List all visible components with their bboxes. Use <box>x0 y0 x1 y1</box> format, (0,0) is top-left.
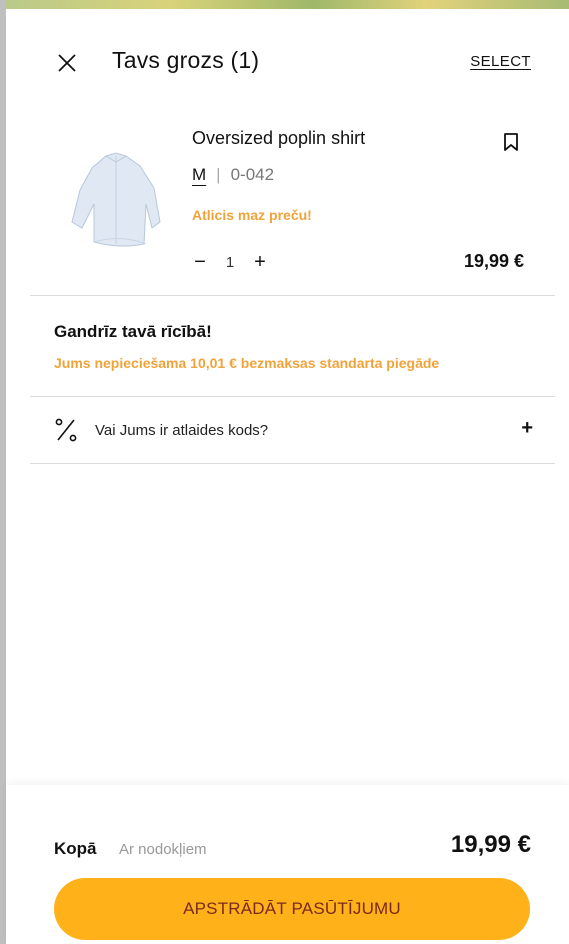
shipping-title: Gandrīz tavā rīcībā! <box>54 322 212 341</box>
bookmark-icon[interactable] <box>499 130 523 154</box>
item-price: 19,99 € <box>463 251 524 271</box>
cart-drawer: Tavs grozs (1) SELECT Oversized poplin s… <box>6 9 569 944</box>
divider <box>30 463 555 464</box>
checkout-button[interactable]: APSTRĀDĀT PASŪTĪJUMU <box>54 878 530 940</box>
cart-title: Tavs grozs (1) <box>112 47 260 73</box>
discount-code-toggle[interactable]: Vai Jums ir atlaides kods? + <box>30 397 555 463</box>
select-link[interactable]: SELECT <box>470 53 531 70</box>
increase-quantity-button[interactable]: + <box>252 250 268 274</box>
quantity-value: 1 <box>225 253 235 271</box>
quantity-stepper: − 1 + <box>192 250 268 274</box>
total-value: 19,99 € <box>450 831 531 858</box>
divider <box>30 295 555 296</box>
percent-icon <box>55 418 77 442</box>
shipping-note: Jums nepieciešama 10,01 € bezmaksas stan… <box>54 355 440 371</box>
total-label: Kopā <box>54 839 97 858</box>
product-name[interactable]: Oversized poplin shirt <box>192 128 365 149</box>
cart-footer: Kopā Ar nodokļiem 19,99 € APSTRĀDĀT PASŪ… <box>6 785 569 944</box>
expand-discount-icon[interactable]: + <box>521 417 533 440</box>
product-variant: M | 0-042 <box>192 165 274 185</box>
cart-item: Oversized poplin shirt M | 0-042 Atlicis m… <box>6 114 569 296</box>
size-selector[interactable]: M <box>192 165 206 184</box>
product-code: 0-042 <box>230 165 275 184</box>
free-shipping-notice: Gandrīz tavā rīcībā! Jums nepieciešama 1… <box>54 322 439 371</box>
low-stock-note: Atlicis maz preču! <box>192 207 312 223</box>
cart-header: Tavs grozs (1) SELECT <box>6 9 569 114</box>
variant-separator: | <box>216 165 221 184</box>
discount-label: Vai Jums ir atlaides kods? <box>95 422 269 439</box>
close-icon <box>58 54 76 72</box>
decrease-quantity-button[interactable]: − <box>192 250 208 274</box>
product-image[interactable] <box>54 144 174 254</box>
tax-note: Ar nodokļiem <box>119 841 207 858</box>
close-button[interactable] <box>52 48 82 78</box>
